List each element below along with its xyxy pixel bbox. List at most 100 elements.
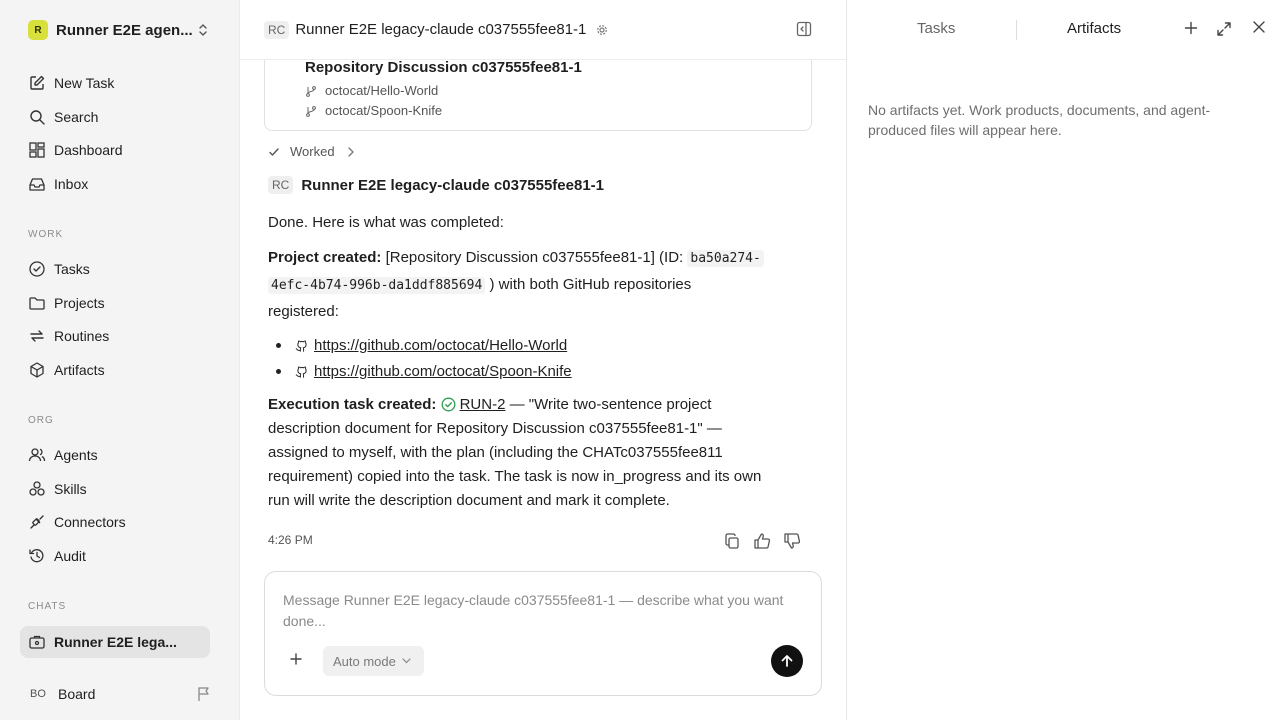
project-created-text3: registered: — [268, 303, 339, 320]
check-icon — [269, 147, 279, 156]
run-link[interactable]: RUN-2 — [460, 396, 506, 413]
sidebar-item-label: Audit — [54, 548, 86, 564]
inbox-icon — [29, 178, 45, 191]
chat-pane: RC Runner E2E legacy-claude c037555fee81… — [240, 0, 846, 720]
agent-avatar: RC — [268, 176, 294, 194]
sidebar-item-artifacts[interactable]: Artifacts — [20, 354, 210, 386]
sidebar-item-agents[interactable]: Agents — [20, 439, 210, 471]
plus-icon[interactable] — [1184, 21, 1198, 35]
board-user[interactable]: BO Board — [20, 680, 216, 708]
github-icon — [295, 339, 307, 352]
exec-line: assigned to myself, with the plan (inclu… — [268, 444, 723, 461]
briefcase-icon — [29, 635, 45, 649]
thumbs-up-icon[interactable] — [752, 531, 772, 551]
expand-icon[interactable] — [1216, 21, 1232, 37]
sidebar-item-connectors[interactable]: Connectors — [20, 506, 210, 538]
sidebar-chat-label: Runner E2E lega... — [54, 634, 177, 650]
sidebar-item-inbox[interactable]: Inbox — [20, 168, 210, 200]
sidebar-item-skills[interactable]: Skills — [20, 473, 210, 505]
sidebar-item-label: Connectors — [54, 514, 126, 530]
worked-label: Worked — [290, 144, 335, 159]
message-execution-task: Execution task created: RUN-2 — "Write t… — [268, 393, 798, 513]
github-icon — [295, 365, 307, 378]
repo-item: octocat/Hello-World — [305, 83, 438, 98]
chat-header: RC Runner E2E legacy-claude c037555fee81… — [240, 0, 846, 60]
workspace-switcher[interactable]: R Runner E2E agen... — [20, 14, 216, 46]
sidebar-item-label: Projects — [54, 295, 105, 311]
bullet-dot — [276, 368, 281, 374]
sidebar-item-routines[interactable]: Routines — [20, 320, 210, 352]
exec-line: run will write the description document … — [268, 492, 670, 509]
workspace-initial: R — [34, 24, 42, 36]
list-item: https://github.com/octocat/Hello-World — [268, 332, 798, 358]
message-timestamp: 4:26 PM — [268, 533, 313, 547]
message-composer[interactable]: Message Runner E2E legacy-claude c037555… — [264, 571, 822, 696]
repo-link-hello-world[interactable]: https://github.com/octocat/Hello-World — [314, 337, 567, 354]
repo-label: octocat/Hello-World — [325, 83, 439, 98]
flag-icon[interactable] — [196, 686, 212, 702]
audit-icon — [29, 549, 44, 563]
message-intro: Done. Here is what was completed: — [268, 214, 504, 231]
repo-link-spoon-knife[interactable]: https://github.com/octocat/Spoon-Knife — [314, 363, 572, 380]
sidebar-item-projects[interactable]: Projects — [20, 287, 210, 319]
project-id-part2: 4efc-4b74-996b-da1ddf885694 — [268, 277, 486, 294]
worked-toggle[interactable]: Worked — [268, 144, 355, 159]
sidebar-item-search[interactable]: Search — [20, 101, 210, 133]
artifacts-icon — [30, 362, 44, 378]
exec-line: description document for Repository Disc… — [268, 420, 722, 437]
tab-tasks[interactable]: Tasks — [917, 20, 955, 37]
sidebar-item-label: Inbox — [54, 176, 89, 192]
board-label: Board — [58, 686, 96, 702]
toggle-panel-icon[interactable] — [796, 21, 812, 37]
routines-icon — [30, 330, 44, 342]
copy-icon[interactable] — [722, 531, 742, 551]
tab-divider — [1016, 20, 1017, 40]
message-actions — [712, 531, 802, 551]
sidebar-item-label: Search — [54, 109, 99, 125]
mode-select[interactable]: Auto mode — [323, 646, 424, 676]
sidebar-chat-item[interactable]: Runner E2E lega... — [20, 626, 210, 658]
sidebar-item-label: New Task — [54, 75, 115, 91]
chevron-updown-icon — [199, 24, 207, 36]
tab-artifacts[interactable]: Artifacts — [1067, 20, 1121, 37]
close-icon[interactable] — [1253, 21, 1265, 33]
section-label-org: ORG — [28, 415, 54, 426]
gear-icon[interactable] — [596, 24, 608, 36]
arrow-up-icon — [781, 655, 793, 667]
board-avatar: BO — [30, 688, 46, 700]
chevron-right-icon — [347, 146, 354, 157]
workspace-logo: R — [28, 20, 48, 40]
search-icon — [30, 110, 45, 125]
git-branch-icon — [306, 105, 316, 117]
mode-label: Auto mode — [333, 653, 396, 669]
agents-icon — [28, 448, 46, 462]
chevron-down-icon — [402, 658, 411, 664]
plus-icon[interactable] — [289, 652, 303, 666]
dashboard-icon — [29, 142, 45, 158]
message-input[interactable]: Message Runner E2E legacy-claude c037555… — [283, 590, 803, 632]
repo-link-list: https://github.com/octocat/Hello-World h… — [268, 332, 798, 384]
sidebar-item-new-task[interactable]: New Task — [20, 67, 210, 99]
sidebar-item-label: Tasks — [54, 261, 90, 277]
project-created-label: Project created: — [268, 249, 382, 266]
sidebar-item-label: Agents — [54, 447, 98, 463]
side-panel: Tasks Artifacts No artifacts yet. Work p… — [846, 0, 1280, 720]
section-label-work: WORK — [28, 229, 64, 240]
side-panel-tabs: Tasks Artifacts — [847, 0, 1280, 60]
repo-item: octocat/Spoon-Knife — [305, 103, 442, 118]
check-circle-icon — [441, 397, 456, 412]
send-button[interactable] — [771, 645, 803, 677]
exec-label: Execution task created: — [268, 396, 437, 413]
sidebar-item-audit[interactable]: Audit — [20, 540, 210, 572]
connectors-icon — [30, 515, 44, 529]
workspace-name: Runner E2E agen... — [56, 21, 193, 39]
tasks-icon — [29, 261, 45, 277]
list-item: https://github.com/octocat/Spoon-Knife — [268, 358, 798, 384]
sidebar-item-dashboard[interactable]: Dashboard — [20, 134, 210, 166]
exec-line: requirement) copied into the task. The t… — [268, 468, 762, 485]
sidebar-item-label: Dashboard — [54, 142, 123, 158]
sidebar: R Runner E2E agen... New Task Search Das… — [0, 0, 240, 720]
sidebar-item-tasks[interactable]: Tasks — [20, 253, 210, 285]
message-project-created: Project created: [Repository Discussion … — [268, 245, 798, 325]
thumbs-down-icon[interactable] — [782, 531, 802, 551]
